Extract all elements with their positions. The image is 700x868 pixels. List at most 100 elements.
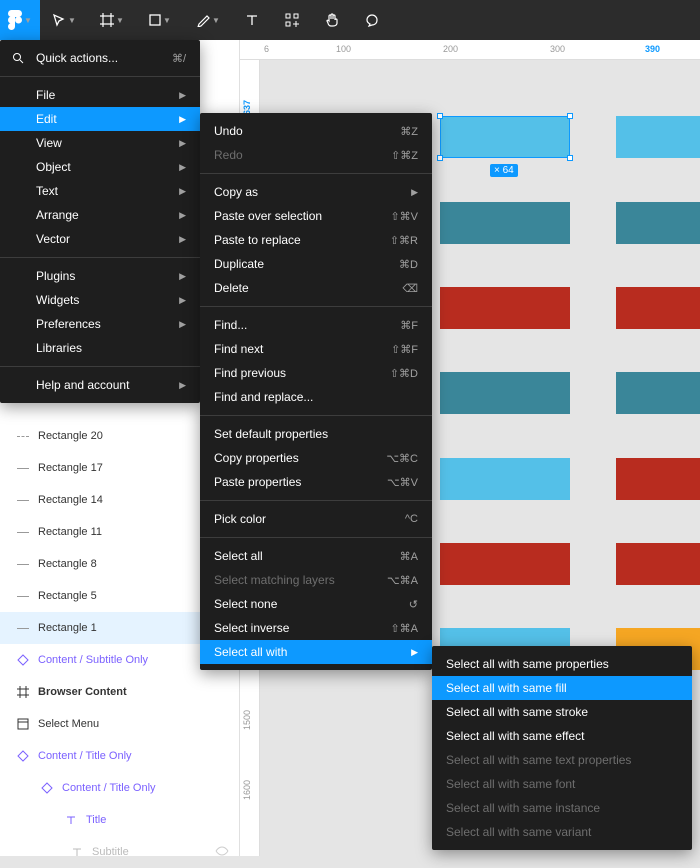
- menu-item-label: Libraries: [36, 341, 186, 355]
- menu-item[interactable]: Select all⌘A: [200, 544, 432, 568]
- layer-item[interactable]: Select Menu: [0, 708, 239, 740]
- chevron-down-icon: ▼: [24, 16, 32, 25]
- menu-item[interactable]: Preferences▶: [0, 312, 200, 336]
- canvas-rectangle[interactable]: [616, 543, 700, 585]
- separator: [200, 415, 432, 416]
- hand-tool[interactable]: [312, 0, 352, 40]
- canvas-rectangle[interactable]: [616, 372, 700, 414]
- canvas-rectangle[interactable]: [616, 458, 700, 500]
- selection-handle[interactable]: [437, 113, 443, 119]
- shortcut: ↺: [409, 598, 418, 611]
- canvas-rectangle[interactable]: [616, 116, 700, 158]
- menu-item[interactable]: Edit▶: [0, 107, 200, 131]
- shortcut: ⇧⌘R: [390, 234, 418, 247]
- diamond-icon: [16, 653, 30, 667]
- move-icon: [52, 13, 66, 27]
- menu-item[interactable]: Help and account▶: [0, 373, 200, 397]
- menu-item[interactable]: Widgets▶: [0, 288, 200, 312]
- menu-item[interactable]: Find...⌘F: [200, 313, 432, 337]
- chevron-right-icon: ▶: [179, 234, 186, 245]
- resources-tool[interactable]: [272, 0, 312, 40]
- canvas-rectangle[interactable]: [440, 202, 570, 244]
- canvas-rectangle[interactable]: [440, 458, 570, 500]
- separator: [200, 500, 432, 501]
- chevron-right-icon: ▶: [179, 138, 186, 149]
- menu-item[interactable]: Paste to replace⇧⌘R: [200, 228, 432, 252]
- line-icon: [16, 557, 30, 571]
- menu-item[interactable]: Select all with▶: [200, 640, 432, 664]
- chevron-right-icon: ▶: [179, 295, 186, 306]
- layer-item[interactable]: Subtitle: [0, 836, 239, 868]
- ruler-tick: 1600: [242, 780, 252, 800]
- menu-item[interactable]: Undo⌘Z: [200, 119, 432, 143]
- canvas-rectangle[interactable]: [440, 116, 570, 158]
- menu-item[interactable]: Copy as▶: [200, 180, 432, 204]
- separator: [200, 537, 432, 538]
- menu-item[interactable]: Find next⇧⌘F: [200, 337, 432, 361]
- menu-item[interactable]: Plugins▶: [0, 264, 200, 288]
- menu-item[interactable]: Set default properties: [200, 422, 432, 446]
- canvas-rectangle[interactable]: [440, 287, 570, 329]
- menu-item[interactable]: Select inverse⇧⌘A: [200, 616, 432, 640]
- menu-item[interactable]: Paste properties⌥⌘V: [200, 470, 432, 494]
- menu-item[interactable]: Select all with same properties: [432, 652, 692, 676]
- pen-tool[interactable]: ▼: [184, 0, 232, 40]
- menu-item[interactable]: Select all with same effect: [432, 724, 692, 748]
- menu-item-label: Copy properties: [214, 451, 386, 465]
- shortcut: ⌘A: [400, 550, 418, 563]
- menu-item[interactable]: Find previous⇧⌘D: [200, 361, 432, 385]
- comment-tool[interactable]: [352, 0, 392, 40]
- shortcut: ⇧⌘A: [390, 622, 418, 635]
- canvas-rectangle[interactable]: [616, 287, 700, 329]
- shortcut: ⌘D: [399, 258, 418, 271]
- menu-item[interactable]: Paste over selection⇧⌘V: [200, 204, 432, 228]
- menu-item[interactable]: Object▶: [0, 155, 200, 179]
- layer-item[interactable]: Content / Title Only: [0, 772, 239, 804]
- menu-item[interactable]: Select all with same fill: [432, 676, 692, 700]
- shape-tool[interactable]: ▼: [136, 0, 184, 40]
- canvas-rectangle[interactable]: [440, 543, 570, 585]
- menu-item[interactable]: Delete⌫: [200, 276, 432, 300]
- shortcut: ⌫: [402, 282, 418, 295]
- menu-item[interactable]: Find and replace...: [200, 385, 432, 409]
- layer-label: Browser Content: [38, 686, 127, 698]
- menu-item[interactable]: Vector▶: [0, 227, 200, 251]
- selection-handle[interactable]: [567, 113, 573, 119]
- menu-item[interactable]: Copy properties⌥⌘C: [200, 446, 432, 470]
- menu-item[interactable]: View▶: [0, 131, 200, 155]
- ruler-tick: 100: [336, 44, 351, 54]
- menu-item-label: Select all with same instance: [446, 801, 678, 815]
- shortcut: ⌥⌘C: [386, 452, 418, 465]
- menu-item[interactable]: Duplicate⌘D: [200, 252, 432, 276]
- menu-item[interactable]: Text▶: [0, 179, 200, 203]
- shortcut: ⌥⌘V: [387, 476, 418, 489]
- menu-item[interactable]: Pick color^C: [200, 507, 432, 531]
- menu-item[interactable]: Arrange▶: [0, 203, 200, 227]
- layer-label: Rectangle 5: [38, 590, 97, 602]
- layer-item[interactable]: Browser Content: [0, 676, 239, 708]
- menu-item-label: Text: [36, 184, 179, 198]
- layer-item[interactable]: Title: [0, 804, 239, 836]
- menu-item[interactable]: File▶: [0, 83, 200, 107]
- menu-item-label: Select all with same text properties: [446, 753, 678, 767]
- move-tool[interactable]: ▼: [40, 0, 88, 40]
- menu-item: Select matching layers⌥⌘A: [200, 568, 432, 592]
- canvas-rectangle[interactable]: [440, 372, 570, 414]
- selection-handle[interactable]: [567, 155, 573, 161]
- menu-item[interactable]: Select all with same stroke: [432, 700, 692, 724]
- frame-tool[interactable]: ▼: [88, 0, 136, 40]
- menu-item-label: Plugins: [36, 269, 179, 283]
- figma-logo-button[interactable]: ▼: [0, 0, 40, 40]
- menu-item[interactable]: Libraries: [0, 336, 200, 360]
- text-tool[interactable]: [232, 0, 272, 40]
- menu-quick-actions[interactable]: Quick actions... ⌘/: [0, 46, 200, 70]
- shortcut: ⇧⌘Z: [391, 149, 418, 162]
- menu-item[interactable]: Select none↺: [200, 592, 432, 616]
- menu-item-label: Redo: [214, 148, 391, 162]
- menu-item-label: Select none: [214, 597, 409, 611]
- layer-item[interactable]: Content / Title Only: [0, 740, 239, 772]
- visibility-icon[interactable]: [215, 846, 229, 859]
- selection-handle[interactable]: [437, 155, 443, 161]
- canvas-rectangle[interactable]: [616, 202, 700, 244]
- chevron-right-icon: ▶: [179, 319, 186, 330]
